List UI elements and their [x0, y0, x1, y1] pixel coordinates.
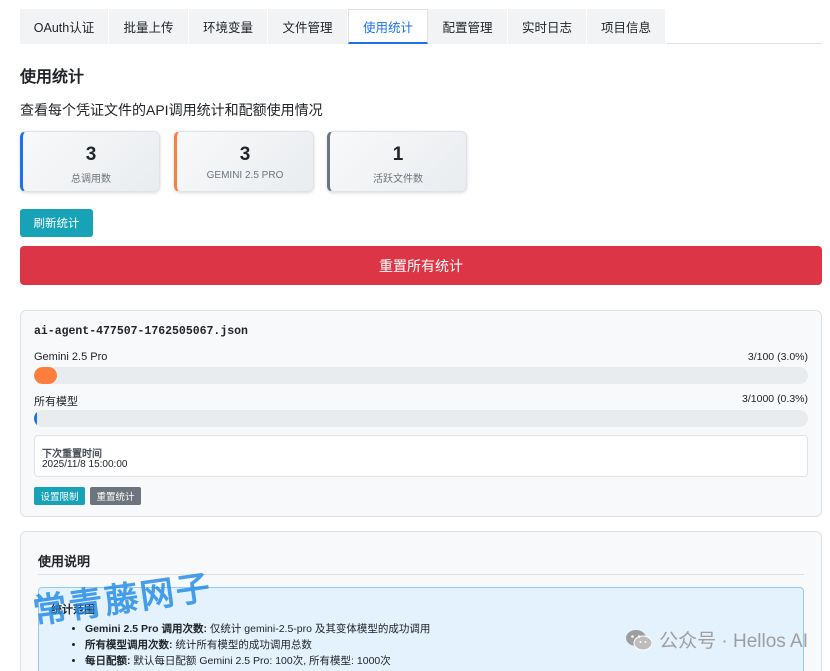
- reset-file-stats-button[interactable]: 重置统计: [90, 487, 141, 505]
- tab-file-management[interactable]: 文件管理: [268, 9, 348, 44]
- page-description: 查看每个凭证文件的API调用统计和配额使用情况: [20, 102, 323, 118]
- help-title: 使用说明: [38, 554, 91, 569]
- gemini-pro-usage-value: 3/100 (3.0%): [747, 351, 808, 363]
- set-limit-button[interactable]: 设置限制: [34, 487, 85, 505]
- stat-value: 1: [392, 144, 404, 165]
- stat-value: 3: [239, 144, 251, 165]
- stat-label: GEMINI 2.5 PRO: [206, 170, 284, 181]
- next-reset-label: 下次重置时间: [42, 449, 102, 460]
- tab-bar: OAuth认证 批量上传 环境变量 文件管理 使用统计 配置管理 实时日志 项目…: [20, 9, 822, 44]
- stat-label: 活跃文件数: [373, 174, 423, 185]
- gemini-pro-progress-track: [34, 367, 808, 384]
- page-title: 使用统计: [20, 69, 85, 86]
- stat-card-gemini-pro: 3 GEMINI 2.5 PRO: [174, 131, 314, 192]
- next-reset-value: 2025/11/8 15:00:00: [42, 459, 128, 470]
- help-list: Gemini 2.5 Pro 调用次数: 仅统计 gemini-2.5-pro …: [85, 621, 430, 669]
- stat-value: 3: [85, 144, 97, 165]
- all-models-progress-track: [34, 410, 808, 427]
- all-models-progress-fill: [34, 410, 37, 427]
- tab-config-management[interactable]: 配置管理: [428, 9, 508, 44]
- tab-batch-upload[interactable]: 批量上传: [109, 9, 189, 44]
- tab-env-vars[interactable]: 环境变量: [189, 9, 268, 44]
- refresh-stats-button[interactable]: 刷新统计: [20, 209, 93, 237]
- all-models-usage-value: 3/1000 (0.3%): [742, 393, 808, 405]
- list-item: 所有模型调用次数: 统计所有模型的成功调用总数: [85, 637, 430, 653]
- file-name: ai-agent-477507-1762505067.json: [34, 325, 248, 338]
- watermark-brand: 公众号 · Hellos AI: [625, 626, 808, 653]
- wechat-icon: [626, 629, 653, 650]
- stat-card-active-files: 1 活跃文件数: [327, 131, 467, 192]
- tab-oauth[interactable]: OAuth认证: [20, 9, 109, 44]
- tab-project-info[interactable]: 项目信息: [587, 9, 666, 44]
- gemini-pro-usage-label: Gemini 2.5 Pro: [34, 351, 108, 363]
- tab-usage-stats[interactable]: 使用统计: [348, 9, 428, 44]
- list-item: Gemini 2.5 Pro 调用次数: 仅统计 gemini-2.5-pro …: [85, 621, 430, 637]
- stat-label: 总调用数: [71, 174, 111, 185]
- stat-card-total-calls: 3 总调用数: [20, 131, 160, 192]
- list-item: 每日配额: 默认每日配额 Gemini 2.5 Pro: 100次, 所有模型:…: [85, 653, 430, 669]
- all-models-usage-label: 所有模型: [34, 396, 78, 408]
- tab-realtime-logs[interactable]: 实时日志: [508, 9, 587, 44]
- file-stats-card: ai-agent-477507-1762505067.json Gemini 2…: [20, 310, 822, 517]
- gemini-pro-progress-fill: [34, 367, 58, 384]
- next-reset-box: 下次重置时间 2025/11/8 15:00:00: [34, 435, 808, 477]
- reset-all-stats-button[interactable]: 重置所有统计: [20, 246, 822, 285]
- watermark-brand-text: 公众号 · Hellos AI: [659, 631, 808, 652]
